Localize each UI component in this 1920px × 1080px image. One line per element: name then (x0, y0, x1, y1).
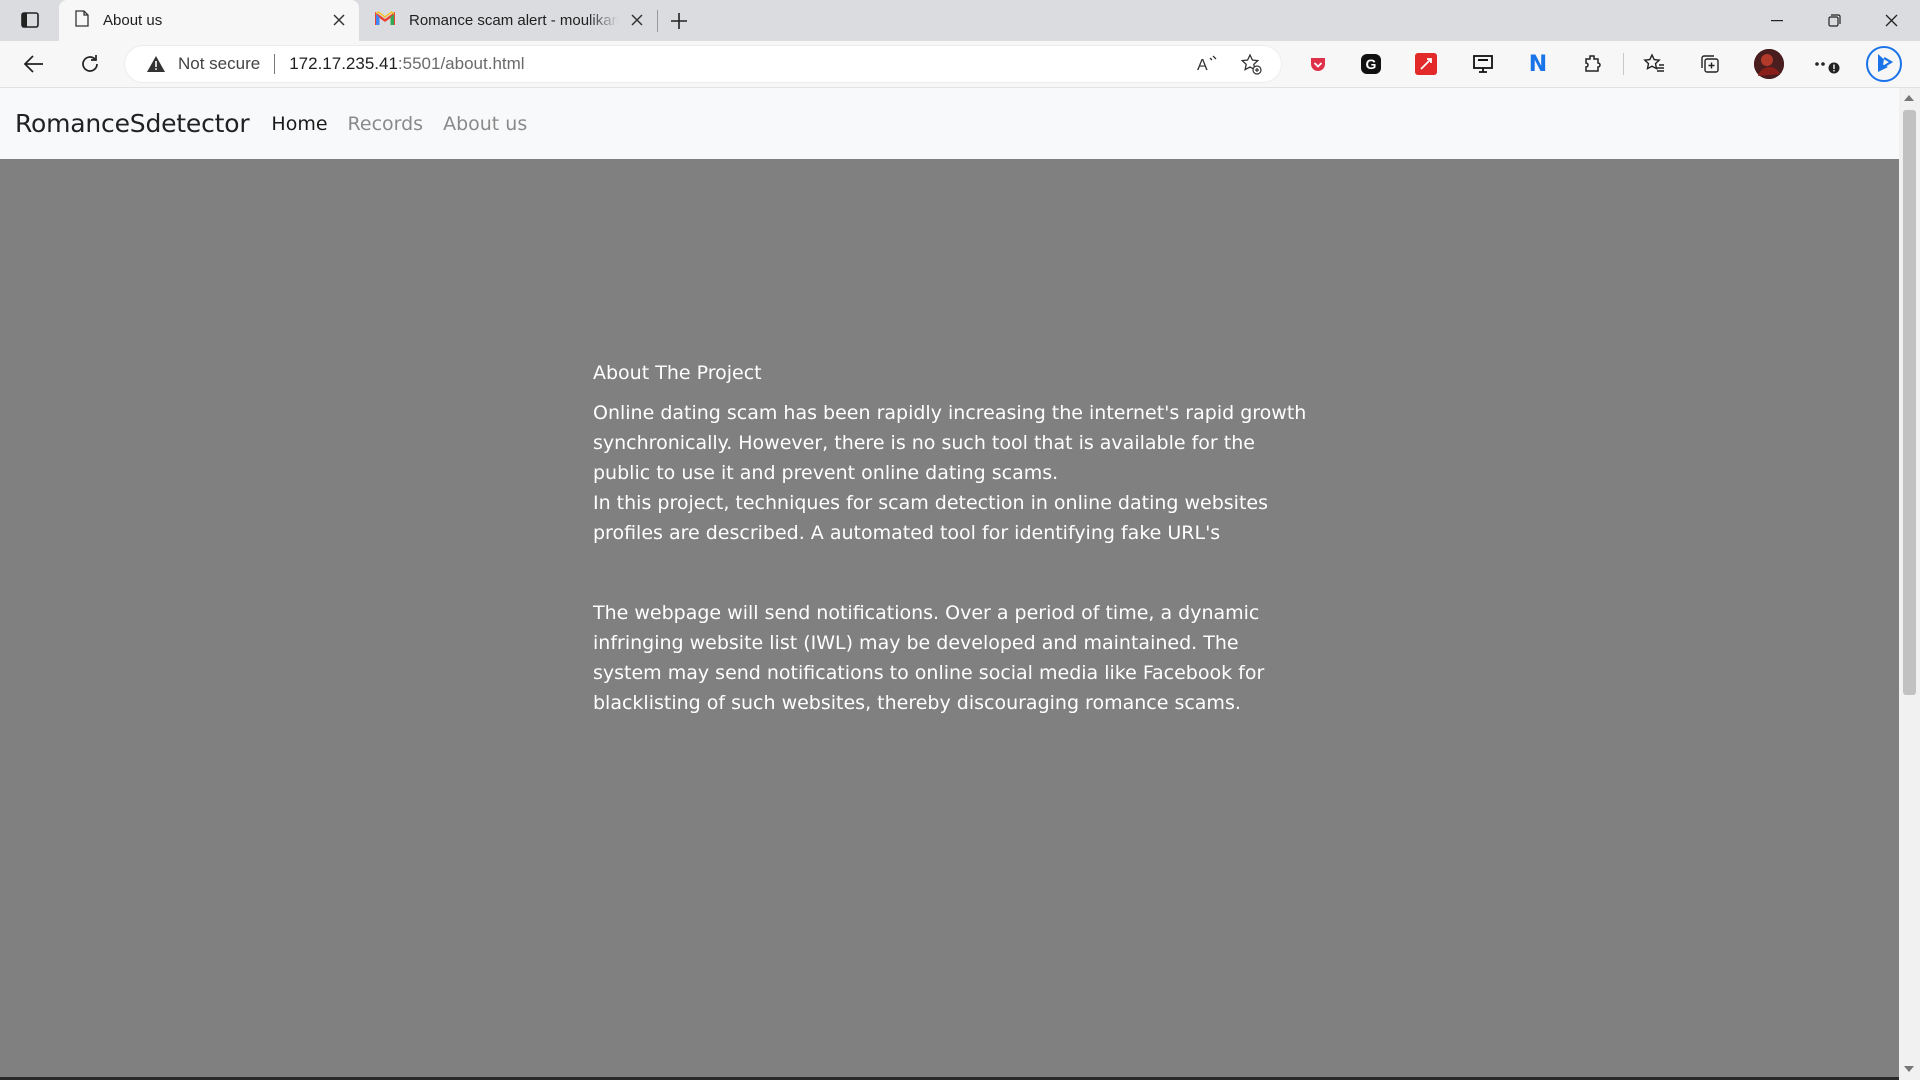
tab-title: Romance scam alert - moulikaroy (409, 12, 619, 29)
about-content: About The Project Online dating scam has… (593, 362, 1313, 718)
pocket-extension-icon[interactable] (1305, 51, 1331, 77)
about-paragraph-1: Online dating scam has been rapidly incr… (593, 398, 1313, 548)
bing-copilot-icon[interactable] (1865, 45, 1903, 83)
grammarly-extension-icon[interactable]: G (1361, 54, 1381, 74)
screen-extension-icon[interactable] (1470, 51, 1496, 77)
tab-gmail[interactable]: Romance scam alert - moulikaroy (361, 0, 657, 41)
url-path[interactable]: :5501/about.html (398, 54, 525, 74)
url-host[interactable]: 172.17.235.41 (289, 54, 398, 74)
about-paragraph-1-text-2: In this project, techniques for scam det… (593, 492, 1269, 544)
gmail-icon (374, 11, 396, 30)
scroll-thumb[interactable] (1903, 110, 1916, 695)
more-options-icon[interactable] (1813, 51, 1843, 77)
nav-link-records[interactable]: Records (338, 113, 434, 135)
read-aloud-icon[interactable]: A (1194, 50, 1222, 78)
toolbar-separator (1623, 53, 1624, 75)
nav-link-about-us[interactable]: About us (433, 113, 537, 135)
extensions-icon[interactable] (1580, 51, 1606, 77)
scroll-up-icon[interactable] (1903, 92, 1915, 104)
collections-icon[interactable] (1697, 51, 1723, 77)
close-tab-icon[interactable] (329, 10, 349, 30)
tab-about-us[interactable]: About us (59, 0, 359, 41)
pdf-extension-icon[interactable] (1415, 53, 1437, 75)
add-favorite-icon[interactable] (1237, 50, 1265, 78)
security-label[interactable]: Not secure (178, 54, 260, 74)
tab-title: About us (103, 12, 163, 29)
browser-toolbar: Not secure 172.17.235.41:5501/about.html… (0, 41, 1920, 88)
svg-text:A: A (1197, 57, 1208, 73)
back-arrow-icon[interactable] (18, 48, 50, 80)
scroll-down-icon[interactable] (1903, 1063, 1915, 1075)
refresh-icon[interactable] (74, 48, 106, 80)
page-scrollbar[interactable] (1899, 88, 1920, 1080)
about-paragraph-2: The webpage will send notifications. Ove… (593, 602, 1265, 714)
restore-icon[interactable] (1805, 0, 1863, 41)
address-separator (274, 54, 276, 74)
new-tab-icon[interactable] (666, 8, 692, 34)
site-brand[interactable]: RomanceSdetector (15, 109, 250, 138)
page-viewport: RomanceSdetector Home Records About us A… (0, 88, 1899, 1080)
tab-divider (657, 10, 658, 32)
profile-avatar[interactable] (1754, 49, 1784, 79)
n-extension-icon[interactable]: N (1525, 51, 1551, 77)
close-tab-icon[interactable] (627, 10, 647, 30)
address-bar[interactable]: Not secure 172.17.235.41:5501/about.html… (124, 45, 1282, 83)
tab-actions-icon[interactable] (18, 9, 42, 31)
about-heading: About The Project (593, 362, 762, 384)
nav-link-home[interactable]: Home (261, 113, 337, 135)
warning-icon[interactable] (146, 54, 168, 74)
site-navbar: RomanceSdetector Home Records About us (0, 88, 1899, 159)
page-icon (75, 10, 89, 31)
tab-strip: About us Romance scam alert - moulikaroy (0, 0, 1920, 41)
nav-links: Home Records About us (261, 113, 537, 135)
minimize-icon[interactable] (1748, 0, 1806, 41)
favorites-icon[interactable] (1641, 51, 1667, 77)
about-paragraph-1-text: Online dating scam has been rapidly incr… (593, 402, 1307, 484)
close-window-icon[interactable] (1862, 0, 1920, 41)
